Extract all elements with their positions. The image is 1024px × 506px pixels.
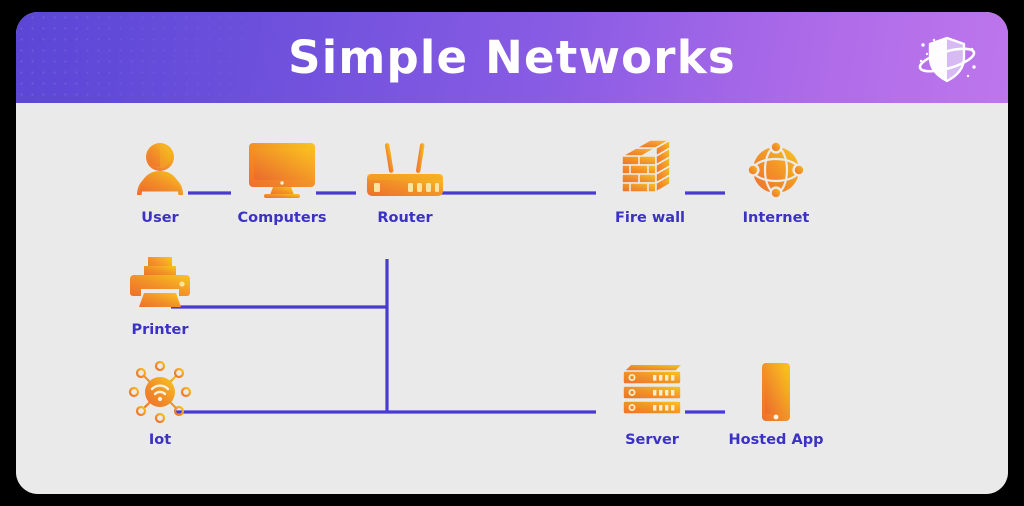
node-label: Internet bbox=[742, 210, 810, 226]
firewall-icon bbox=[590, 139, 710, 201]
node-firewall[interactable]: Fire wall bbox=[590, 139, 710, 226]
node-internet[interactable]: Internet bbox=[716, 139, 836, 226]
node-user[interactable]: User bbox=[100, 139, 220, 226]
iot-wifi-icon bbox=[100, 361, 220, 423]
router-icon bbox=[345, 139, 465, 201]
printer-icon bbox=[100, 251, 220, 313]
shield-orbit-logo bbox=[918, 36, 976, 83]
node-label: User bbox=[141, 210, 179, 226]
page-title: Simple Networks bbox=[288, 31, 736, 84]
monitor-icon bbox=[222, 139, 342, 201]
node-hostedapp[interactable]: Hosted App bbox=[716, 361, 836, 448]
node-iot[interactable]: Iot bbox=[100, 361, 220, 448]
node-label: Computers bbox=[237, 210, 327, 226]
diagram-card: Simple Networks User Computers Router Fi… bbox=[16, 12, 1008, 494]
node-router[interactable]: Router bbox=[345, 139, 465, 226]
node-server[interactable]: Server bbox=[592, 361, 712, 448]
globe-icon bbox=[716, 139, 836, 201]
node-label: Router bbox=[377, 210, 433, 226]
screenshot-root: Simple Networks User Computers Router Fi… bbox=[0, 0, 1024, 506]
node-label: Iot bbox=[148, 432, 172, 448]
node-printer[interactable]: Printer bbox=[100, 251, 220, 338]
smartphone-icon bbox=[716, 361, 836, 423]
node-label: Hosted App bbox=[728, 432, 824, 448]
node-label: Server bbox=[625, 432, 679, 448]
server-icon bbox=[592, 361, 712, 423]
node-computers[interactable]: Computers bbox=[222, 139, 342, 226]
node-label: Fire wall bbox=[614, 210, 686, 226]
node-label: Printer bbox=[131, 322, 189, 338]
network-diagram: User Computers Router Fire wall Internet… bbox=[16, 103, 1008, 494]
header-banner: Simple Networks bbox=[16, 12, 1008, 103]
user-icon bbox=[100, 139, 220, 201]
